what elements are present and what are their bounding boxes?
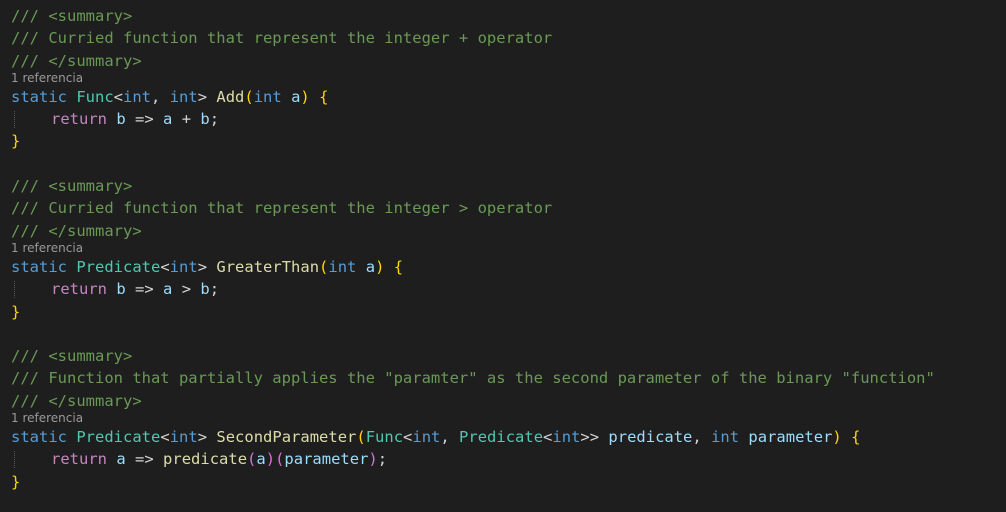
method-signature-secondparameter: static Predicate<int> SecondParameter(Fu…: [11, 428, 861, 447]
code-editor[interactable]: /// <summary> /// Curried function that …: [0, 0, 1006, 512]
parameter-name: parameter: [748, 428, 833, 447]
indent-guide: [14, 111, 15, 129]
return-type: Predicate: [76, 428, 161, 447]
codelens-references-add[interactable]: 1 referencia: [0, 70, 1006, 86]
parameter-name: a: [365, 257, 376, 276]
keyword-return: return: [51, 110, 107, 129]
parameter-name: predicate: [608, 428, 693, 447]
keyword-static: static: [11, 257, 67, 276]
indent-guide: [14, 451, 15, 469]
codelens-references-greaterthan[interactable]: 1 referencia: [0, 240, 1006, 256]
indent-guide: [14, 281, 15, 299]
method-signature-add: static Func<int, int> Add(int a) {: [11, 87, 329, 106]
method-name-greaterthan: GreaterThan: [216, 257, 320, 276]
method-body-add: return b => a + b;: [0, 108, 1006, 130]
codelens-references-secondparameter[interactable]: 1 referencia: [0, 410, 1006, 426]
closing-brace: }: [11, 302, 21, 321]
keyword-static: static: [11, 428, 67, 447]
doc-comment-summary-open: /// <summary>: [11, 177, 133, 196]
doc-comment-summary-close: /// </summary>: [11, 221, 142, 240]
method-name-secondparameter: SecondParameter: [216, 428, 357, 447]
doc-comment-summary-close: /// </summary>: [11, 51, 142, 70]
return-type: Predicate: [76, 257, 161, 276]
doc-comment-summary-close: /// </summary>: [11, 391, 142, 410]
method-body-secondparameter: return a => predicate(a)(parameter);: [0, 448, 1006, 470]
method-body-greaterthan: return b => a > b;: [0, 278, 1006, 300]
doc-comment-summary-open: /// <summary>: [11, 7, 133, 25]
keyword-return: return: [51, 280, 107, 299]
return-type: Func: [76, 87, 114, 106]
doc-comment-text: /// Curried function that represent the …: [11, 29, 553, 48]
method-name-add: Add: [216, 87, 245, 106]
parameter-name: a: [291, 87, 301, 106]
doc-comment-summary-open: /// <summary>: [11, 347, 133, 366]
doc-comment-text: /// Function that partially applies the …: [11, 369, 935, 388]
keyword-return: return: [51, 450, 107, 469]
method-signature-greaterthan: static Predicate<int> GreaterThan(int a)…: [11, 257, 404, 276]
closing-brace: }: [11, 472, 21, 491]
doc-comment-text: /// Curried function that represent the …: [11, 199, 553, 218]
keyword-static: static: [11, 87, 67, 106]
closing-brace: }: [11, 132, 21, 151]
